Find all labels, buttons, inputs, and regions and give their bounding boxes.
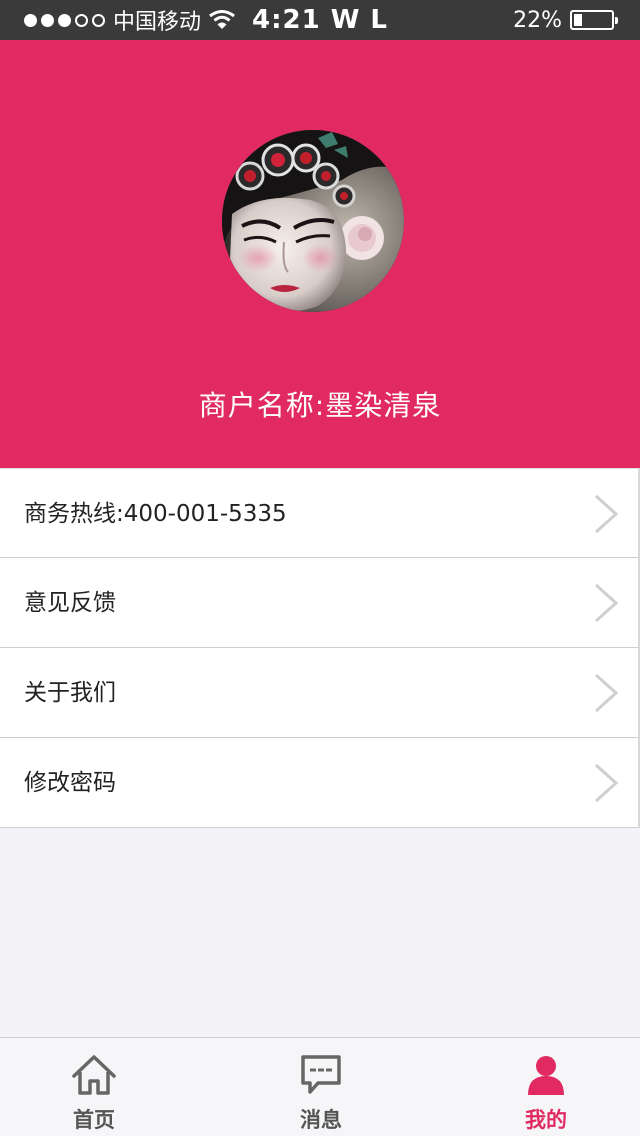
chevron-right-icon (594, 494, 619, 534)
settings-menu: 商务热线:400-001-5335 意见反馈 关于我们 修改密码 (0, 468, 640, 828)
user-icon (528, 1056, 564, 1095)
menu-item-label: 修改密码 (24, 770, 116, 796)
menu-item-feedback[interactable]: 意见反馈 (0, 558, 638, 648)
menu-item-business-hotline[interactable]: 商务热线:400-001-5335 (0, 468, 638, 558)
chevron-right-icon (594, 673, 619, 713)
battery-level (574, 14, 582, 26)
tab-messages-label: 消息 (300, 1108, 342, 1132)
tab-bar: 首页 消息 我的 (0, 1037, 640, 1136)
chevron-right-icon (594, 763, 619, 803)
tab-home[interactable]: 首页 (34, 1038, 154, 1136)
menu-item-label: 关于我们 (24, 680, 116, 706)
avatar-image (222, 130, 404, 312)
status-right: 22% (513, 0, 618, 40)
tab-messages[interactable]: 消息 (261, 1038, 381, 1136)
avatar[interactable] (222, 130, 404, 312)
tab-me-label: 我的 (525, 1108, 567, 1132)
merchant-name: 商户名称:墨染清泉 (198, 389, 442, 422)
menu-item-label: 商务热线:400-001-5335 (24, 501, 287, 527)
menu-item-about-us[interactable]: 关于我们 (0, 648, 638, 738)
profile-header: 商户名称:墨染清泉 (0, 40, 640, 468)
message-icon (301, 1055, 341, 1094)
battery-percent: 22% (513, 7, 562, 33)
home-icon (72, 1055, 116, 1095)
status-bar: 中国移动 4:21 W L 22% (0, 0, 640, 40)
menu-item-change-password[interactable]: 修改密码 (0, 738, 638, 828)
menu-item-label: 意见反馈 (24, 590, 116, 616)
tab-me[interactable]: 我的 (486, 1038, 606, 1136)
tab-home-label: 首页 (73, 1108, 115, 1132)
chevron-right-icon (594, 583, 619, 623)
battery-icon (570, 10, 618, 30)
